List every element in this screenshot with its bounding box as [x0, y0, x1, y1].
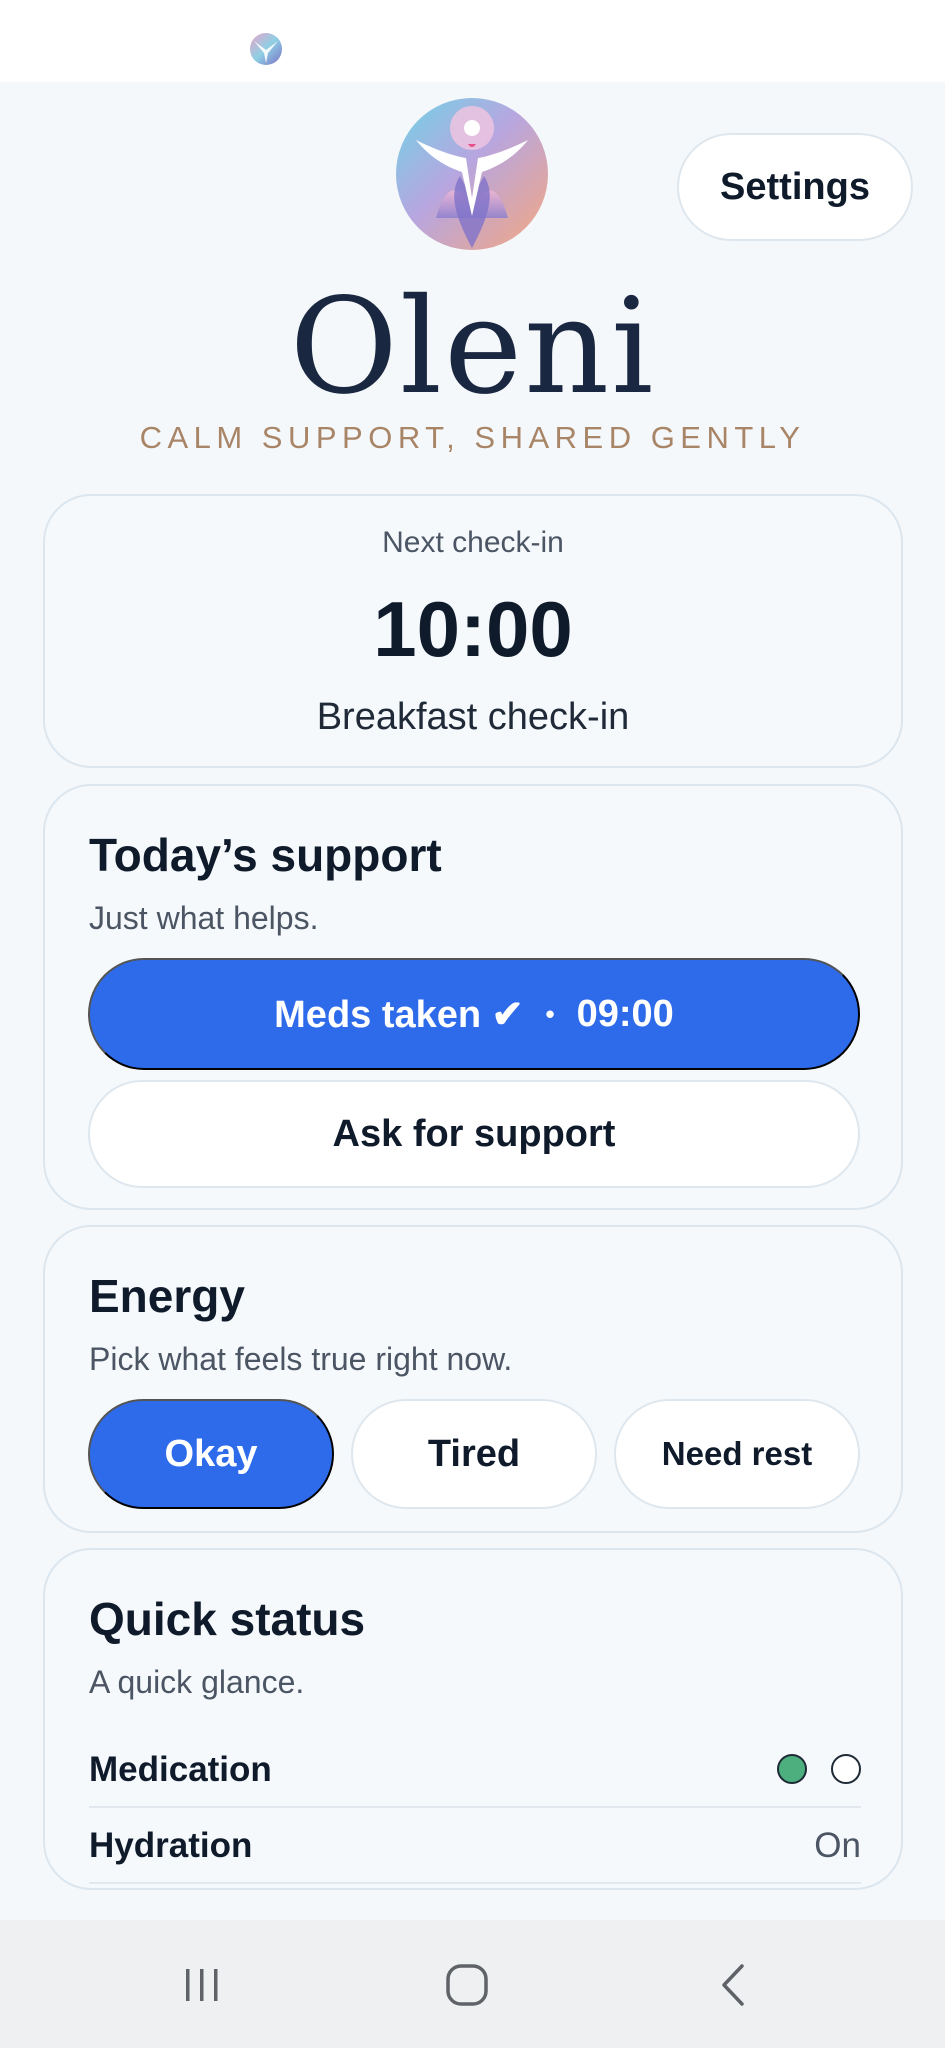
checkin-label: Next check-in: [382, 526, 564, 559]
meds-taken-time: 09:00: [576, 992, 674, 1035]
status-row-medication: Medication: [89, 1732, 861, 1808]
settings-button[interactable]: Settings: [677, 133, 913, 241]
status-row-hydration: Hydration On: [89, 1808, 861, 1884]
energy-card: Energy Pick what feels true right now. O…: [43, 1225, 903, 1533]
ask-for-support-button[interactable]: Ask for support: [88, 1080, 860, 1188]
back-button[interactable]: [674, 1950, 794, 2020]
back-icon: [722, 1964, 744, 2006]
home-button[interactable]: [407, 1950, 527, 2020]
app-header: Settings Oleni CALM SUPPORT, SHARED GENT…: [0, 82, 945, 482]
separator-dot: •: [545, 998, 555, 1029]
quick-status-card: Quick status A quick glance. Medication …: [43, 1548, 903, 1890]
energy-subtitle: Pick what feels true right now.: [89, 1341, 513, 1377]
checkin-description: Breakfast check-in: [316, 696, 630, 738]
status-label-medication: Medication: [89, 1750, 272, 1789]
app-tagline: CALM SUPPORT, SHARED GENTLY: [139, 420, 806, 455]
recents-button[interactable]: [142, 1950, 262, 2020]
meds-taken-button[interactable]: Meds taken ✔ • 09:00: [88, 958, 860, 1070]
meds-taken-label: Meds taken ✔: [274, 993, 524, 1036]
next-checkin-card: Next check-in 10:00 Breakfast check-in: [43, 494, 903, 768]
energy-option-tired[interactable]: Tired: [351, 1399, 597, 1509]
home-icon: [446, 1964, 488, 2006]
checkin-time: 10:00: [373, 585, 573, 673]
energy-option-need-rest[interactable]: Need rest: [614, 1399, 860, 1509]
todays-support-card: Today’s support Just what helps. Meds ta…: [43, 784, 903, 1210]
energy-option-okay[interactable]: Okay: [88, 1399, 334, 1509]
medication-indicator-filled: [777, 1754, 807, 1784]
medication-indicator-empty: [831, 1754, 861, 1784]
support-subtitle: Just what helps.: [89, 900, 319, 936]
system-nav-bar: [0, 1920, 945, 2048]
quick-status-title: Quick status: [89, 1593, 366, 1645]
support-title: Today’s support: [89, 829, 442, 881]
app-title: Oleni: [289, 270, 656, 424]
status-value-hydration: On: [814, 1826, 861, 1865]
recents-icon: [186, 1969, 218, 2001]
app-notification-icon: [250, 33, 282, 65]
status-label-hydration: Hydration: [89, 1826, 253, 1865]
oleni-logo-icon: [396, 98, 548, 250]
quick-status-subtitle: A quick glance.: [89, 1664, 305, 1700]
energy-title: Energy: [89, 1270, 245, 1322]
status-bar: [0, 0, 945, 82]
